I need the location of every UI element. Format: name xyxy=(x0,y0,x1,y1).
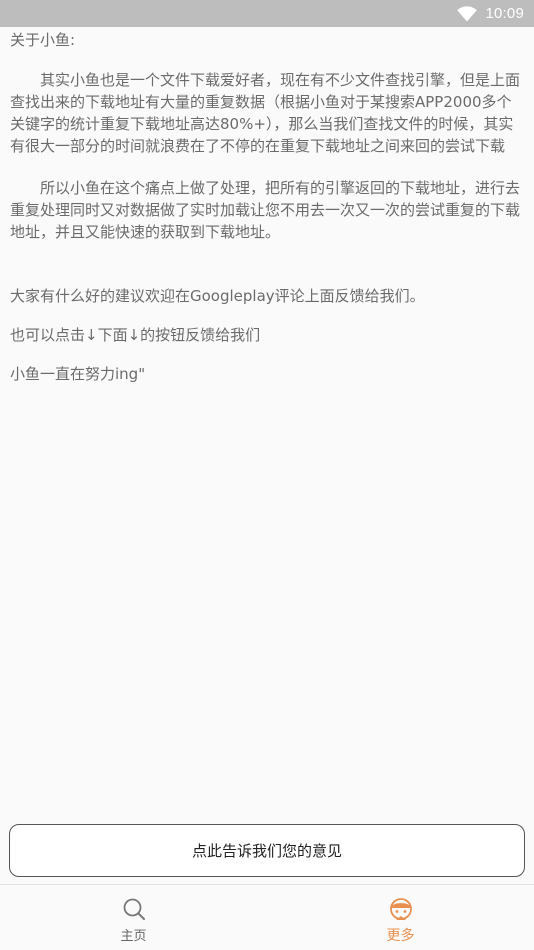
about-paragraph-5: 小鱼一直在努力ing" xyxy=(10,365,146,383)
about-content: 关于小鱼: 其实小鱼也是一个文件下载爱好者，现在有不少文件查找引擎，但是上面查找… xyxy=(10,29,526,385)
feedback-button[interactable]: 点此告诉我们您的意见 xyxy=(9,824,525,877)
nav-item-more[interactable]: 更多 xyxy=(267,885,534,950)
about-title: 关于小鱼: xyxy=(10,31,76,49)
status-bar: 10:09 xyxy=(0,0,534,27)
about-paragraph-2: 所以小鱼在这个痛点上做了处理，把所有的引擎返回的下载地址，进行去重复处理同时又对… xyxy=(10,179,521,241)
nav-item-home[interactable]: 主页 xyxy=(0,885,267,950)
about-paragraph-4: 也可以点击↓下面↓的按钮反馈给我们 xyxy=(10,326,261,344)
search-icon xyxy=(122,897,146,921)
fish-icon xyxy=(389,897,413,921)
status-time: 10:09 xyxy=(485,5,524,22)
about-paragraph-1: 其实小鱼也是一个文件下载爱好者，现在有不少文件查找引擎，但是上面查找出来的下载地… xyxy=(10,71,521,155)
nav-item-home-label: 主页 xyxy=(120,929,147,944)
bottom-nav: 主页 更多 xyxy=(0,884,534,950)
about-paragraph-3: 大家有什么好的建议欢迎在Googleplay评论上面反馈给我们。 xyxy=(10,287,425,305)
feedback-button-label: 点此告诉我们您的意见 xyxy=(191,842,342,860)
wifi-icon xyxy=(457,5,478,22)
nav-item-more-label: 更多 xyxy=(386,928,415,944)
